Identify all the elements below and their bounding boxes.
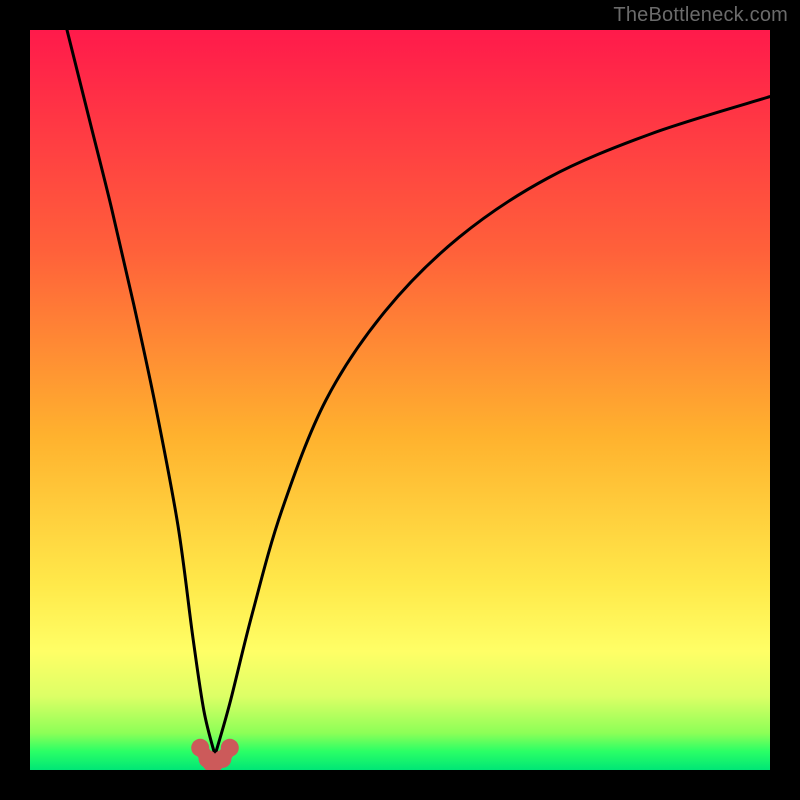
bottleneck-curve-right-path: [215, 97, 770, 756]
plot-area: [30, 30, 770, 770]
bottleneck-curve-left-path: [67, 30, 215, 755]
highlight-dots: [191, 739, 239, 770]
curve-layer: [30, 30, 770, 770]
highlight-dot: [221, 739, 239, 757]
chart-frame: TheBottleneck.com: [0, 0, 800, 800]
watermark-label: TheBottleneck.com: [613, 4, 788, 27]
